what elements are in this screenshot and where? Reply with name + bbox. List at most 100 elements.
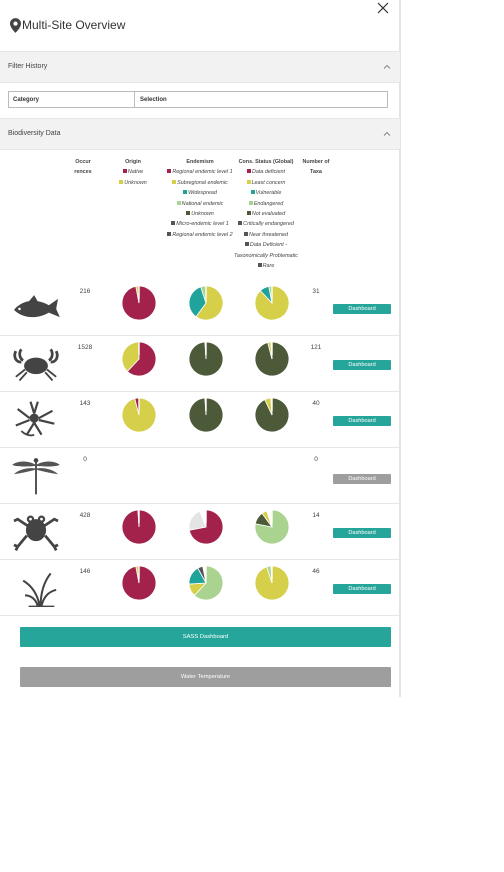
- cons_status-legend-item: Rare: [234, 261, 298, 271]
- water-temperature-button[interactable]: Water Temperature: [20, 667, 391, 687]
- chevron-up-icon: [383, 131, 391, 136]
- cons_status-legend-item: Endangered: [234, 199, 298, 209]
- endemism-pie-chart: [188, 509, 224, 545]
- cons_status-legend-item: Not evaluated: [234, 209, 298, 219]
- number-of-taxa-value: 46: [312, 568, 320, 575]
- dashboard-button[interactable]: Dashboard: [333, 416, 391, 426]
- legend-label: Vulnerable: [255, 190, 282, 197]
- endemism-legend-item: Unknown: [166, 209, 234, 219]
- legend-label: Rare: [262, 263, 275, 270]
- cons-status-pie-chart: [254, 397, 290, 433]
- legend-swatch: [244, 242, 249, 247]
- legend-label: Regional endemic level 2: [172, 231, 233, 238]
- taxon-row: 146 46 Dashboard: [0, 560, 400, 616]
- legend-swatch: [183, 190, 188, 195]
- legend-label: Unknown: [124, 179, 147, 186]
- endemism-pie-chart: [188, 285, 224, 321]
- cons-status-pie-chart: [254, 341, 290, 377]
- legend-label: Data deficient: [252, 169, 285, 176]
- origin-pie-chart: [121, 453, 157, 489]
- dashboard-button[interactable]: Dashboard: [333, 304, 391, 314]
- legend-label: Least concern: [251, 179, 286, 186]
- legend-swatch: [244, 231, 249, 236]
- number-of-taxa-value: 31: [312, 288, 320, 295]
- cons_status-legend-item: Least concern: [234, 178, 298, 188]
- close-icon[interactable]: [376, 1, 390, 15]
- origin-legend-item: Native: [110, 167, 156, 177]
- number-of-taxa-value: 121: [310, 344, 322, 351]
- endemism-legend-item: Regional endemic level 1: [166, 167, 234, 177]
- legend-swatch: [186, 211, 191, 216]
- cons_status-legend-item: Critically endangered: [234, 219, 298, 229]
- legend-label: Data Deficient - Taxonomically Problemat…: [234, 242, 298, 259]
- endemism-legend-item: National endemic: [166, 199, 234, 209]
- cons-status-pie-chart: [254, 453, 290, 489]
- multi-site-overview-panel: Multi-Site Overview Filter History Categ…: [0, 0, 401, 697]
- occurrences-column-header: Occur rences: [74, 159, 92, 176]
- legend-label: Regional endemic level 1: [172, 169, 233, 176]
- legend-label: Endangered: [253, 200, 284, 207]
- origin-pie-chart: [121, 565, 157, 601]
- legend-label: Micro-endemic level 1: [176, 221, 229, 228]
- legend-swatch: [167, 231, 172, 236]
- filter-history-label: Filter History: [8, 63, 48, 70]
- dashboard-button[interactable]: Dashboard: [333, 360, 391, 370]
- legend-swatch: [119, 179, 124, 184]
- legend-swatch: [246, 179, 251, 184]
- dragonfly-icon: [12, 458, 60, 495]
- occurrences-value: 0: [83, 456, 87, 463]
- legend-swatch: [257, 263, 262, 268]
- legend-swatch: [250, 190, 255, 195]
- origin-pie-chart: [121, 509, 157, 545]
- cons_status-legend-item: Data Deficient - Taxonomically Problemat…: [234, 240, 298, 261]
- taxon-row: 216 31 Dashboard: [0, 280, 400, 336]
- cons-status-pie-chart: [254, 509, 290, 545]
- filter-history-table: Category Selection: [8, 91, 388, 108]
- legend-swatch: [122, 169, 127, 174]
- occurrences-value: 143: [79, 400, 91, 407]
- legend-swatch: [167, 169, 172, 174]
- taxon-row: 143 40 Dashboard: [0, 392, 400, 448]
- legend-label: Subregional endemic: [177, 179, 228, 186]
- dashboard-button[interactable]: Dashboard: [333, 528, 391, 538]
- legend-label: Near threatened: [249, 231, 288, 238]
- legend-swatch: [176, 200, 181, 205]
- origin-pie-chart: [121, 341, 157, 377]
- category-column-header: Category: [9, 92, 135, 107]
- legend-label: Widespread: [188, 190, 217, 197]
- taxon-row: 0 0 Dashboard: [0, 448, 400, 504]
- legend-swatch: [172, 179, 177, 184]
- number-of-taxa-value: 0: [314, 456, 318, 463]
- endemism-legend-item: Regional endemic level 2: [166, 230, 234, 240]
- filter-history-toggle[interactable]: Filter History: [0, 51, 400, 83]
- legend-swatch: [247, 169, 252, 174]
- origin-pie-chart: [121, 285, 157, 321]
- sass-dashboard-button[interactable]: SASS Dashboard: [20, 627, 391, 647]
- cons-status-pie-chart: [254, 565, 290, 601]
- biodiversity-data-toggle[interactable]: Biodiversity Data: [0, 118, 400, 150]
- cons-status-pie-chart: [254, 285, 290, 321]
- number-of-taxa-value: 14: [312, 512, 320, 519]
- origin-legend-item: Unknown: [110, 178, 156, 188]
- crab-icon: [13, 348, 59, 382]
- invertebrate-icon: [15, 401, 55, 437]
- occurrences-value: 1528: [77, 344, 93, 351]
- endemism-legend-item: Micro-endemic level 1: [166, 219, 234, 229]
- cons_status-legend-item: Data deficient: [234, 167, 298, 177]
- occurrences-value: 428: [79, 512, 91, 519]
- origin-pie-chart: [121, 397, 157, 433]
- endemism-pie-chart: [188, 397, 224, 433]
- legend-swatch: [171, 221, 176, 226]
- occurrences-value: 146: [79, 568, 91, 575]
- biodiversity-data-label: Biodiversity Data: [8, 130, 61, 137]
- selection-column-header: Selection: [140, 97, 167, 103]
- frog-icon: [13, 515, 59, 551]
- dashboard-button[interactable]: Dashboard: [333, 474, 391, 484]
- number-of-taxa-value: 40: [312, 400, 320, 407]
- dashboard-button[interactable]: Dashboard: [333, 584, 391, 594]
- cons_status-legend-item: Vulnerable: [234, 188, 298, 198]
- legend-swatch: [246, 211, 251, 216]
- legend-swatch: [248, 200, 253, 205]
- legend-label: Not evaluated: [251, 211, 286, 218]
- chevron-up-icon: [383, 64, 391, 69]
